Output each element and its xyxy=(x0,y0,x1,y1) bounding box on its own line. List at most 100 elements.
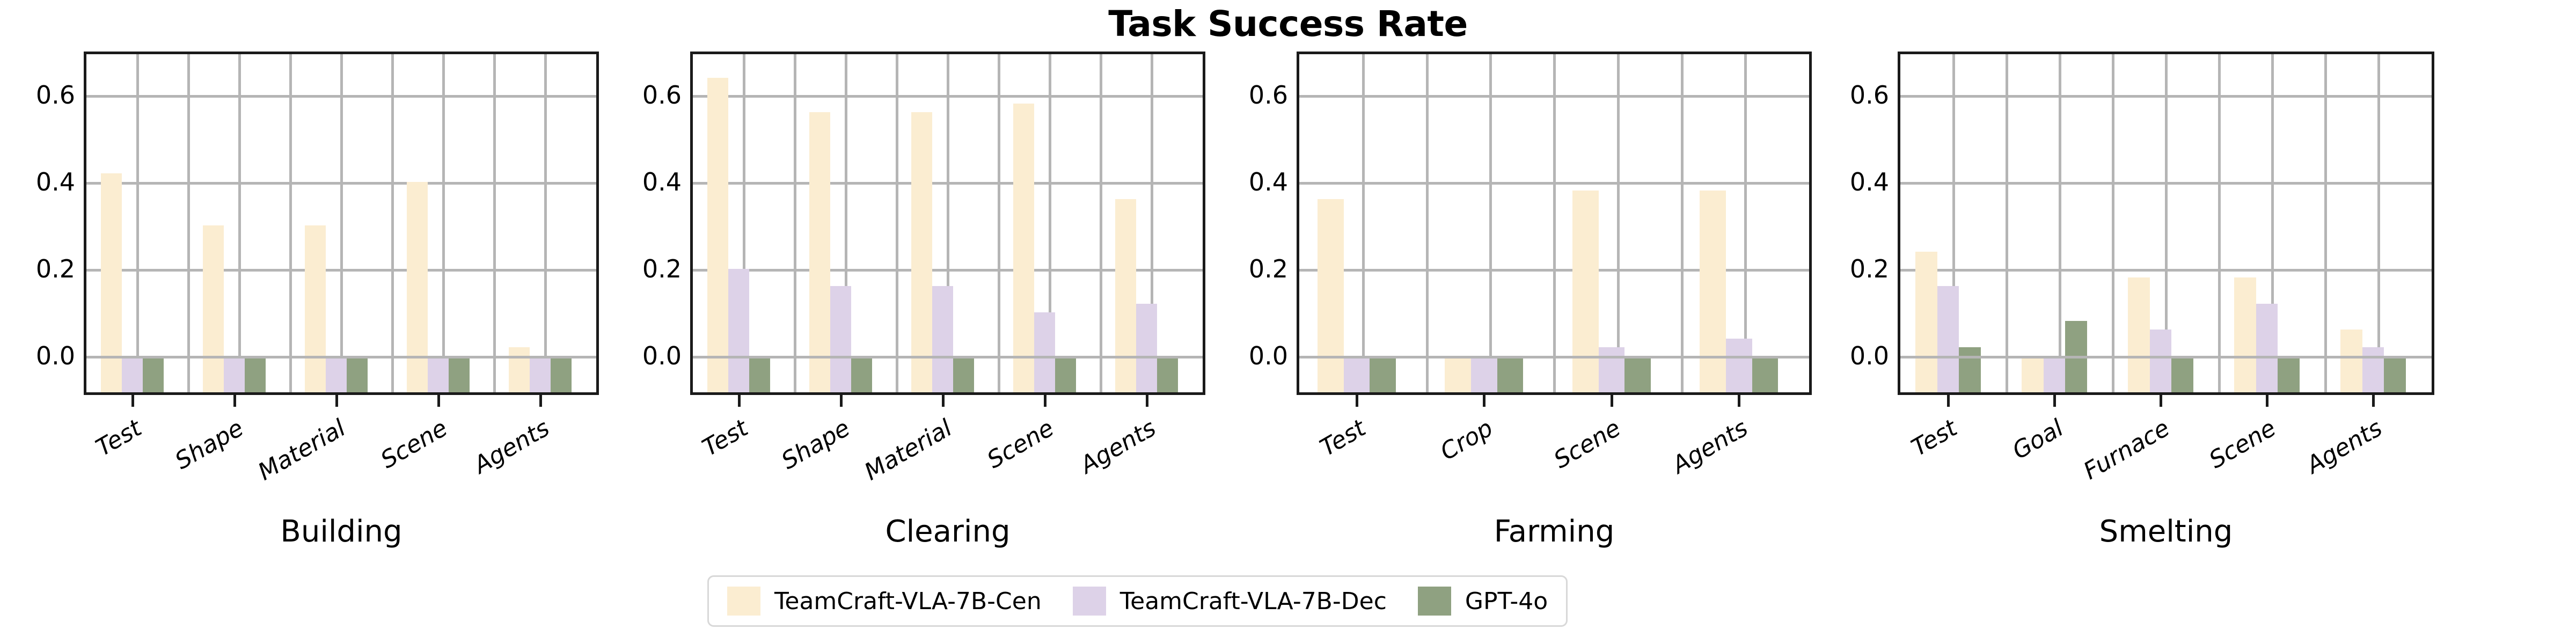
y-tick-label: 0.2 xyxy=(1849,254,1889,284)
y-tick-label: 0.4 xyxy=(1849,167,1889,197)
bar-clearing-agents-s2 xyxy=(1157,356,1178,392)
bar-clearing-shape-s2 xyxy=(851,356,872,392)
y-tick-label: 0.0 xyxy=(1248,341,1288,371)
gridline-vertical xyxy=(187,54,190,392)
subplot-title-building: Building xyxy=(280,514,402,549)
bar-farming-scene-s0 xyxy=(1572,191,1599,392)
bar-building-scene-s0 xyxy=(407,182,428,392)
bar-clearing-agents-s1 xyxy=(1136,303,1157,392)
gridline-vertical xyxy=(2059,54,2061,392)
x-tick-mark xyxy=(437,395,440,407)
legend-entry-0: TeamCraft-VLA-7B-Cen xyxy=(727,587,1042,616)
bar-building-test-s1 xyxy=(122,356,143,392)
x-tick-mark xyxy=(1738,395,1741,407)
plot-area xyxy=(84,52,599,395)
bar-clearing-scene-s2 xyxy=(1055,356,1076,392)
y-axis-ticks: 0.0 0.2 0.4 0.6 xyxy=(1825,52,1898,395)
legend-entry-2: GPT-4o xyxy=(1417,587,1548,616)
bar-clearing-shape-s1 xyxy=(830,286,851,392)
bar-smelting-furnace-s0 xyxy=(2128,277,2150,392)
y-axis-ticks: 0.0 0.2 0.4 0.6 xyxy=(617,52,690,395)
plot-area xyxy=(1297,52,1812,395)
x-tick-mark xyxy=(1610,395,1613,407)
gridline-vertical xyxy=(340,54,343,392)
bar-clearing-scene-s1 xyxy=(1034,312,1055,392)
chart-legend: TeamCraft-VLA-7B-Cen TeamCraft-VLA-7B-Dec… xyxy=(707,575,1568,627)
bar-smelting-scene-s0 xyxy=(2234,277,2256,392)
y-tick-label: 0.2 xyxy=(1248,254,1288,284)
bar-clearing-material-s2 xyxy=(953,356,974,392)
x-tick-mark xyxy=(737,395,741,407)
bar-farming-test-s0 xyxy=(1317,199,1344,392)
subplot-building: 0.0 0.2 0.4 0.6 Test Shape Material Scene Agents… xyxy=(11,52,633,567)
bar-farming-crop-s2 xyxy=(1497,356,1524,392)
bar-building-agents-s0 xyxy=(509,347,530,392)
bar-smelting-furnace-s2 xyxy=(2171,356,2193,392)
gridline-vertical xyxy=(136,54,139,392)
gridline-vertical xyxy=(289,54,292,392)
bar-building-test-s0 xyxy=(101,173,122,392)
gridline-vertical xyxy=(794,54,796,392)
bar-smelting-test-s2 xyxy=(1959,347,1981,392)
gridline-vertical xyxy=(391,54,394,392)
y-tick-label: 0.6 xyxy=(1248,80,1288,109)
bar-farming-test-s1 xyxy=(1343,356,1370,392)
legend-swatch-icon xyxy=(727,587,760,616)
zero-baseline xyxy=(1900,356,2432,359)
bar-smelting-scene-s1 xyxy=(2256,303,2278,392)
bar-farming-agents-s1 xyxy=(1726,338,1752,392)
y-tick-label: 0.0 xyxy=(1849,341,1889,371)
y-tick-label: 0.0 xyxy=(642,341,682,371)
subplot-title-farming: Farming xyxy=(1494,514,1615,549)
bar-building-shape-s2 xyxy=(244,356,266,392)
legend-entry-1: TeamCraft-VLA-7B-Dec xyxy=(1072,587,1387,616)
zero-baseline xyxy=(693,356,1203,359)
y-tick-label: 0.6 xyxy=(642,80,682,109)
gridline-vertical xyxy=(1425,54,1429,392)
bar-smelting-agents-s2 xyxy=(2384,356,2406,392)
x-tick-mark xyxy=(1043,395,1046,407)
gridline-vertical xyxy=(238,54,241,392)
bar-building-material-s1 xyxy=(326,356,347,392)
legend-label: TeamCraft-VLA-7B-Dec xyxy=(1119,587,1387,615)
gridline-vertical xyxy=(2006,54,2008,392)
y-tick-label: 0.4 xyxy=(1248,167,1288,197)
y-tick-label: 0.2 xyxy=(35,254,75,284)
bar-smelting-agents-s0 xyxy=(2340,330,2362,392)
y-tick-label: 0.6 xyxy=(35,80,75,109)
bar-smelting-test-s0 xyxy=(1915,251,1937,392)
gridline-vertical xyxy=(1362,54,1365,392)
bar-building-agents-s2 xyxy=(550,356,572,392)
legend-label: GPT-4o xyxy=(1465,587,1548,615)
bar-building-material-s2 xyxy=(346,356,368,392)
x-tick-mark xyxy=(1483,395,1486,407)
x-tick-mark xyxy=(2053,395,2057,407)
gridline-vertical xyxy=(2377,54,2380,392)
bar-clearing-test-s1 xyxy=(728,269,749,392)
bar-smelting-goal-s0 xyxy=(2022,356,2044,392)
subplot-title-clearing: Clearing xyxy=(885,514,1011,549)
x-tick-mark xyxy=(2372,395,2375,407)
bar-clearing-shape-s0 xyxy=(809,112,830,392)
legend-label: TeamCraft-VLA-7B-Cen xyxy=(774,587,1042,615)
gridline-vertical xyxy=(544,54,547,392)
gridline-vertical xyxy=(1489,54,1492,392)
bar-farming-scene-s2 xyxy=(1624,356,1651,392)
y-tick-label: 0.0 xyxy=(35,341,75,371)
bar-building-scene-s2 xyxy=(448,356,470,392)
x-tick-mark xyxy=(1947,395,1950,407)
gridline-vertical xyxy=(2218,54,2221,392)
zero-baseline xyxy=(86,356,596,359)
y-axis-ticks: 0.0 0.2 0.4 0.6 xyxy=(11,52,84,395)
plot-area xyxy=(1898,52,2434,395)
subplot-clearing: 0.0 0.2 0.4 0.6 Test Shape Material Scene Agents… xyxy=(617,52,1240,567)
bar-smelting-scene-s2 xyxy=(2278,356,2300,392)
x-tick-mark xyxy=(1355,395,1358,407)
x-tick-mark xyxy=(233,395,236,407)
subplot-farming: 0.0 0.2 0.4 0.6 Test Crop Scene Agents Farming xyxy=(1224,52,1846,567)
bar-building-scene-s1 xyxy=(428,356,449,392)
y-tick-label: 0.2 xyxy=(642,254,682,284)
gridline-vertical xyxy=(493,54,496,392)
x-tick-mark xyxy=(1145,395,1148,407)
bar-building-agents-s1 xyxy=(530,356,551,392)
